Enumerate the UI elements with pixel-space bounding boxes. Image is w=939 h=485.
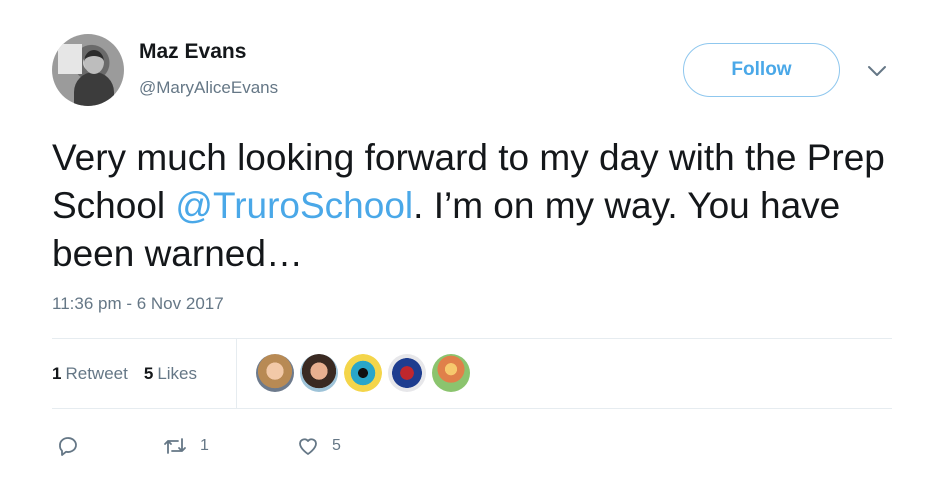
author-handle[interactable]: @MaryAliceEvans — [139, 78, 278, 98]
like-label: Likes — [157, 364, 197, 383]
stats-divider — [236, 339, 237, 408]
reply-button[interactable] — [56, 434, 92, 458]
retweet-icon — [164, 438, 186, 454]
liker-avatar[interactable] — [344, 354, 382, 392]
like-stat[interactable]: 5 Likes — [144, 364, 197, 384]
liker-avatar[interactable] — [432, 354, 470, 392]
retweet-button[interactable]: 1 — [162, 434, 209, 458]
retweet-action-count: 1 — [200, 437, 209, 454]
avatar-figure-body — [74, 72, 114, 106]
retweet-label: Retweet — [65, 364, 128, 383]
retweet-stat[interactable]: 1 Retweet — [52, 364, 128, 384]
reply-icon — [59, 437, 77, 456]
tweet-text: Very much looking forward to my day with… — [52, 134, 892, 278]
divider-top — [52, 338, 892, 339]
tweet-actions: 1 5 — [52, 434, 392, 460]
liker-avatar[interactable] — [388, 354, 426, 392]
avatar-window — [58, 44, 82, 74]
divider-bottom — [52, 408, 892, 409]
like-action-count: 5 — [332, 437, 341, 454]
heart-icon — [299, 438, 317, 455]
avatar-figure-head — [84, 50, 104, 74]
tweet-stats: 1 Retweet 5 Likes — [52, 364, 197, 384]
liker-avatar[interactable] — [300, 354, 338, 392]
retweet-count: 1 — [52, 364, 62, 383]
like-button[interactable]: 5 — [296, 434, 341, 458]
tweet-mention-link[interactable]: @TruroSchool — [175, 185, 413, 226]
follow-button[interactable]: Follow — [683, 43, 840, 97]
liker-avatar[interactable] — [256, 354, 294, 392]
caret-down-icon[interactable] — [866, 62, 888, 80]
likers-avatars — [256, 354, 470, 392]
author-avatar[interactable] — [52, 34, 124, 106]
author-name[interactable]: Maz Evans — [139, 40, 246, 64]
tweet-timestamp[interactable]: 11:36 pm - 6 Nov 2017 — [52, 294, 224, 314]
like-count: 5 — [143, 364, 154, 383]
